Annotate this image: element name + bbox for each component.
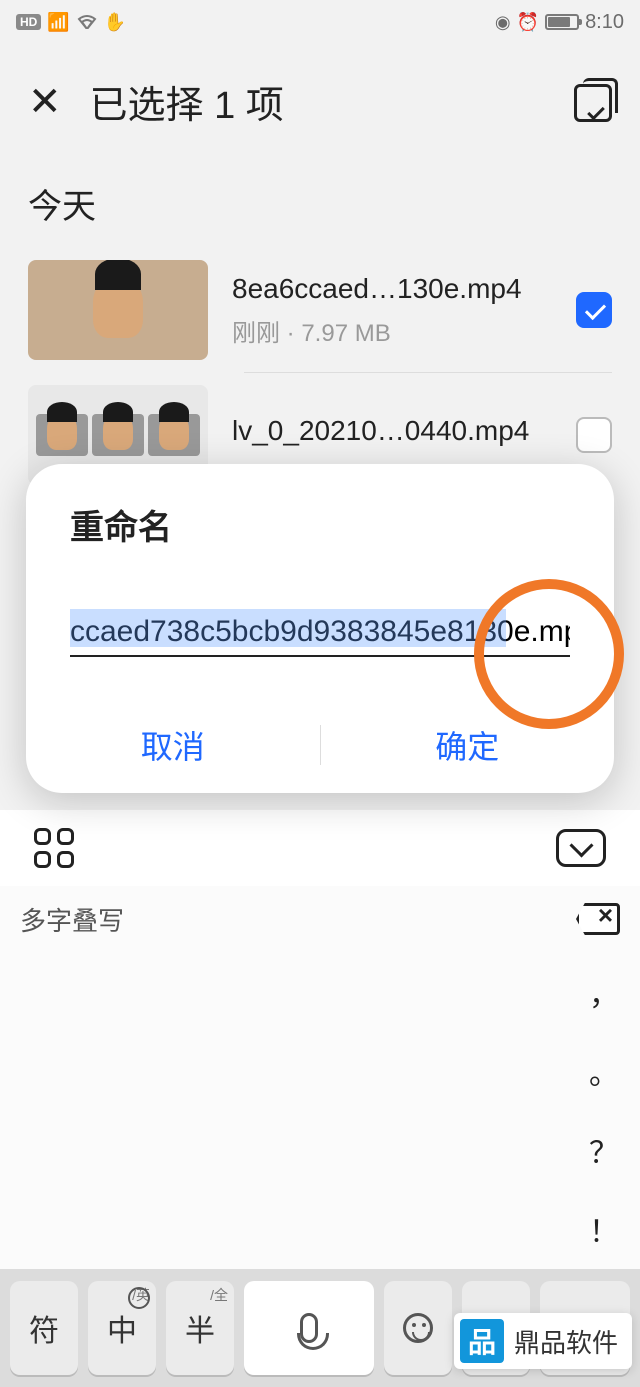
rename-dialog: 重命名 取消 确定	[26, 464, 614, 793]
emoji-key[interactable]	[384, 1281, 452, 1375]
punctuation-column: ， 。 ？ ！	[568, 952, 640, 1269]
rename-input[interactable]	[70, 609, 570, 657]
handwriting-mode-label: 多字叠写	[20, 901, 124, 938]
eye-icon: ◉	[495, 12, 511, 33]
collapse-keyboard-button[interactable]	[556, 829, 606, 867]
file-name: lv_0_20210…0440.mp4	[232, 415, 552, 447]
section-heading: 今天	[0, 139, 640, 248]
file-row[interactable]: 8ea6ccaed…130e.mp4 刚刚 · 7.97 MB	[0, 248, 640, 372]
question-key[interactable]: ？	[589, 1128, 619, 1172]
width-key[interactable]: 半 /全	[166, 1281, 234, 1375]
dialog-actions: 取消 确定	[26, 697, 614, 793]
microphone-icon	[300, 1313, 318, 1343]
symbol-key[interactable]: 符	[10, 1281, 78, 1375]
hd-icon: HD	[16, 14, 41, 30]
handwriting-header: 多字叠写	[0, 886, 640, 952]
status-left: HD 📶 ✋	[16, 11, 126, 34]
battery-icon	[545, 14, 579, 30]
file-info: lv_0_20210…0440.mp4	[232, 415, 552, 455]
file-meta: 刚刚 · 7.97 MB	[232, 313, 552, 348]
file-info: 8ea6ccaed…130e.mp4 刚刚 · 7.97 MB	[232, 273, 552, 348]
file-checkbox[interactable]	[576, 292, 612, 328]
header: ✕ 已选择 1 项	[0, 44, 640, 139]
watermark-text: 鼎品软件	[514, 1323, 618, 1360]
select-all-button[interactable]	[572, 82, 612, 122]
status-bar: HD 📶 ✋ ◉ ⏰ 8:10	[0, 0, 640, 44]
confirm-button[interactable]: 确定	[321, 722, 615, 768]
watermark: 品 鼎品软件	[454, 1313, 632, 1369]
hand-icon: ✋	[104, 12, 126, 33]
keyboard-toolbar	[0, 810, 640, 886]
status-right: ◉ ⏰ 8:10	[495, 11, 624, 34]
period-key[interactable]: 。	[589, 1049, 619, 1093]
file-name: 8ea6ccaed…130e.mp4	[232, 273, 552, 305]
page-title: 已选择 1 项	[90, 74, 544, 129]
emoji-icon	[403, 1313, 433, 1343]
status-time: 8:10	[585, 11, 624, 34]
backspace-button[interactable]	[576, 903, 620, 935]
dialog-title: 重命名	[26, 500, 614, 549]
keyboard-menu-icon[interactable]	[34, 828, 74, 868]
globe-icon	[128, 1287, 150, 1309]
wifi-icon	[76, 11, 98, 34]
comma-key[interactable]: ，	[589, 970, 619, 1014]
alarm-icon: ⏰	[517, 12, 539, 33]
space-key[interactable]	[244, 1281, 374, 1375]
file-checkbox[interactable]	[576, 417, 612, 453]
signal-icon: 📶	[47, 12, 69, 33]
video-thumbnail	[28, 260, 208, 360]
exclaim-key[interactable]: ！	[589, 1207, 619, 1251]
watermark-logo: 品	[460, 1319, 504, 1363]
language-key[interactable]: 中 /英	[88, 1281, 156, 1375]
handwriting-area[interactable]: 多字叠写 ， 。 ？ ！	[0, 886, 640, 1269]
cancel-button[interactable]: 取消	[26, 722, 320, 768]
close-button[interactable]: ✕	[28, 79, 62, 125]
